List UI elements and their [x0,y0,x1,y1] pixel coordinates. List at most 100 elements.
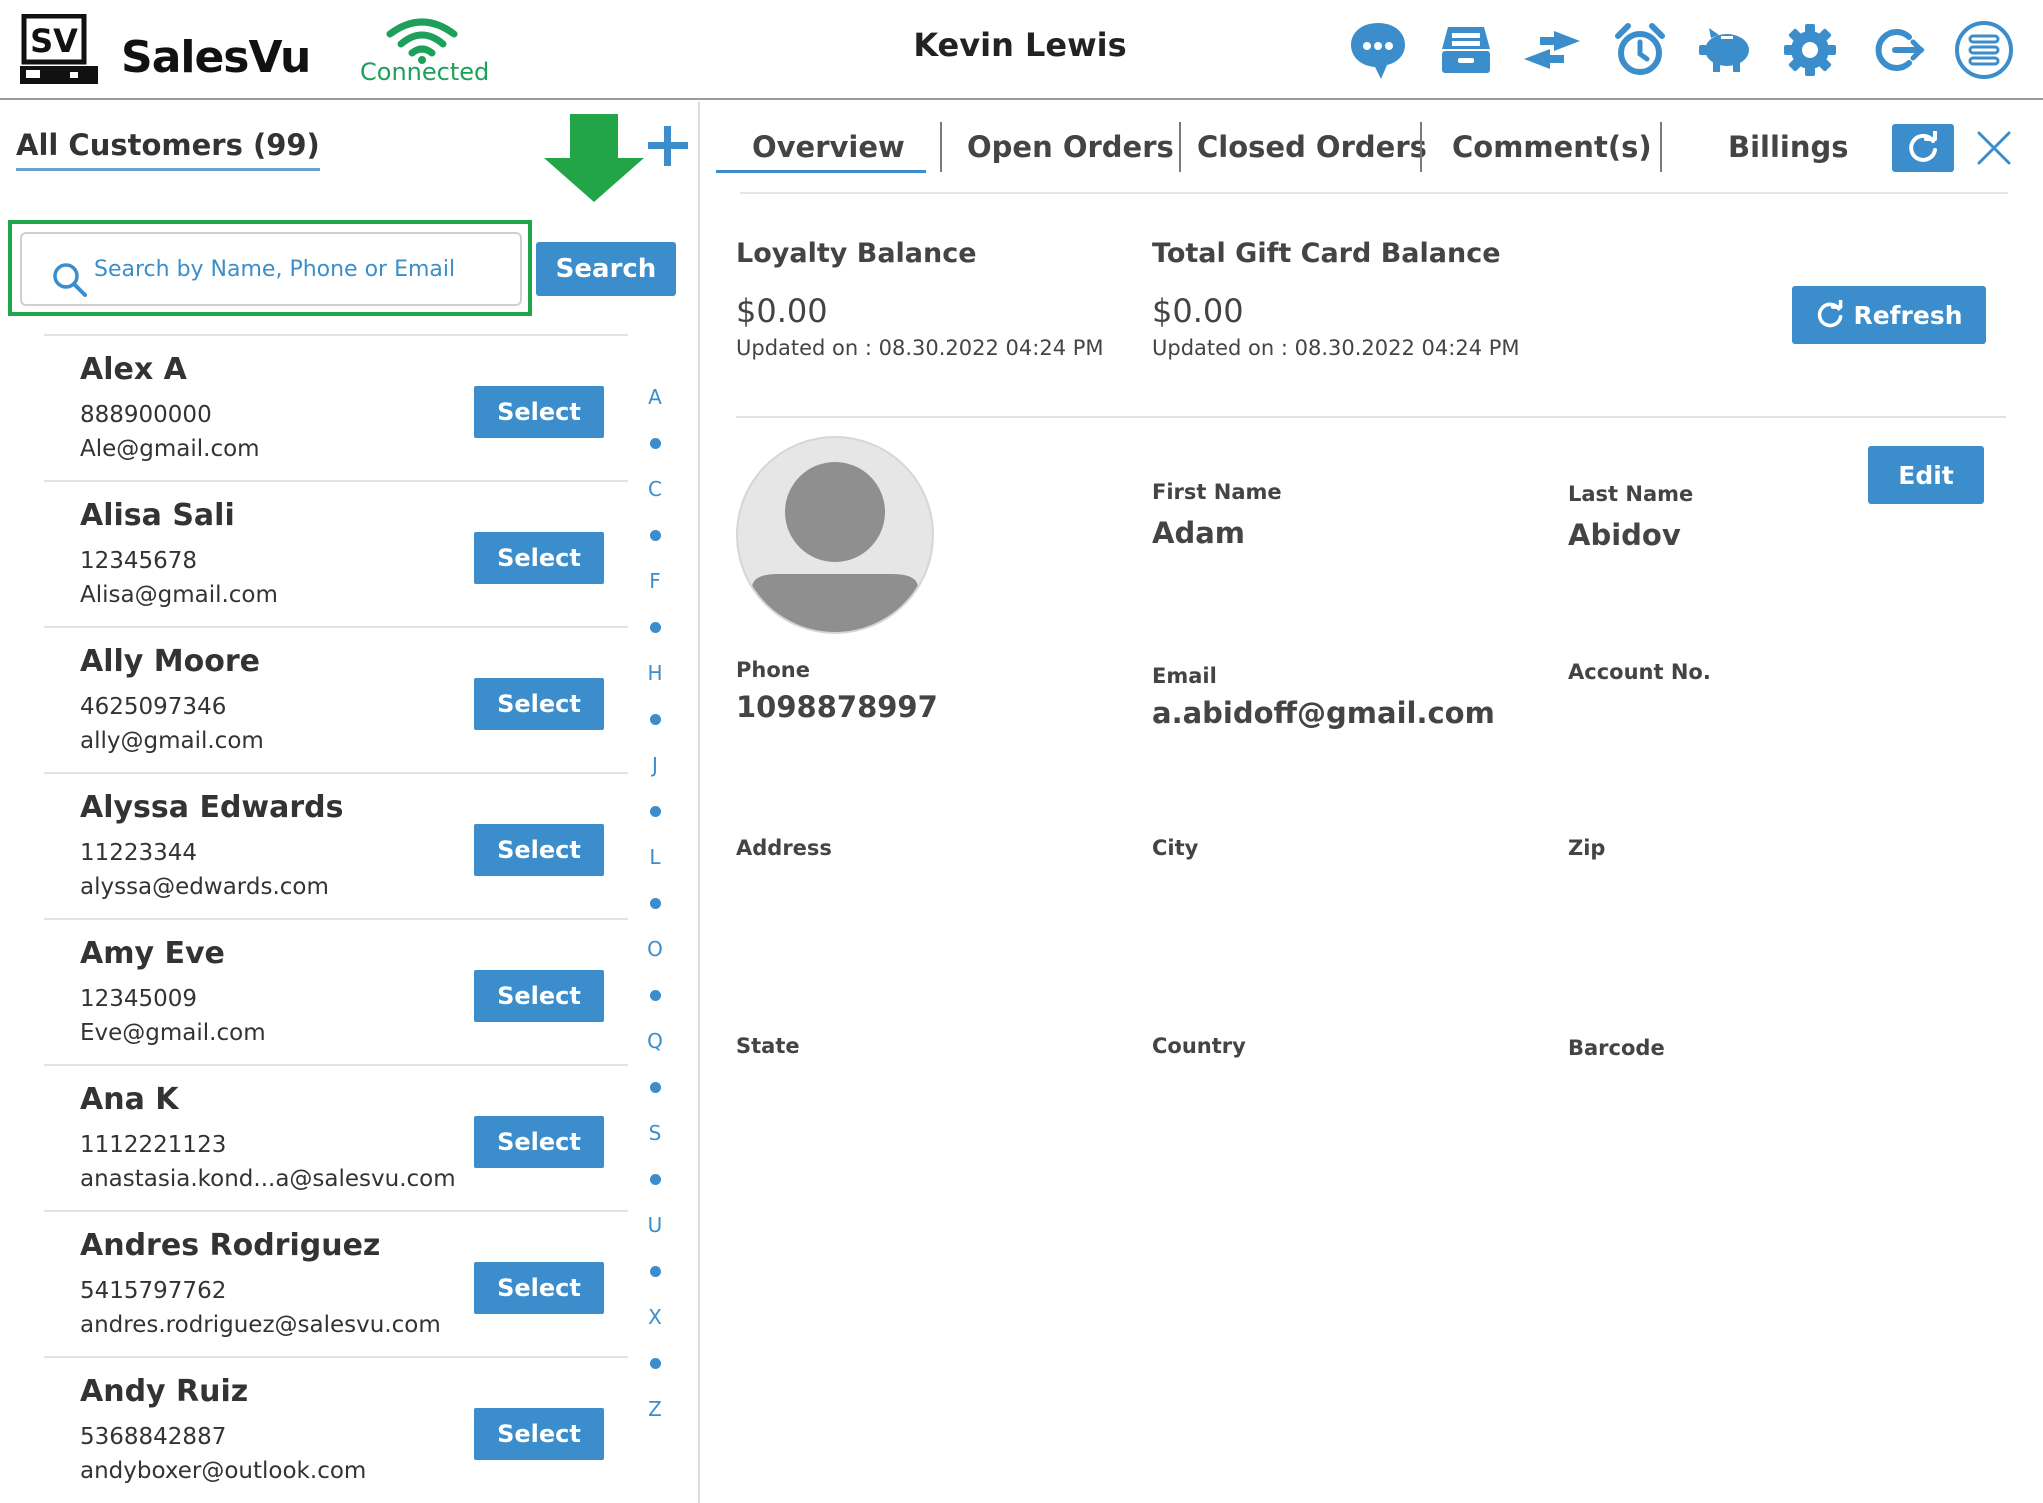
select-customer-button[interactable]: Select [474,824,604,876]
loyalty-balance-label: Loyalty Balance [736,238,977,269]
tab-divider [1420,122,1422,172]
last-name-label: Last Name [1568,482,1694,506]
gift-card-balance-label: Total Gift Card Balance [1152,238,1501,269]
select-customer-button[interactable]: Select [474,1262,604,1314]
customer-phone: 5368842887 [80,1424,227,1450]
section-divider [736,416,2006,418]
alpha-index-dot [640,1340,670,1386]
account-no-label: Account No. [1568,660,1711,684]
alpha-index-dot [640,1156,670,1202]
alpha-index-letter[interactable]: L [640,834,670,880]
tab-closed-orders[interactable]: Closed Orders [1197,130,1427,164]
customer-row[interactable]: Ana K 1112221123 anastasia.kond...a@salesv… [44,1064,628,1210]
state-label: State [736,1034,800,1058]
select-customer-button[interactable]: Select [474,1408,604,1460]
customer-row[interactable]: Alex A 888900000 Ale@gmail.com Select [44,334,628,480]
dot-icon [649,621,661,633]
dot-icon [649,897,661,909]
alphabet-index: ACFHJLOQSUXZ [640,374,670,1432]
select-customer-button[interactable]: Select [474,970,604,1022]
alpha-index-letter[interactable]: S [640,1110,670,1156]
transfer-icon[interactable] [1520,18,1584,82]
first-name-value: Adam [1152,516,1245,550]
reload-button[interactable] [1892,124,1954,172]
alpha-index-letter[interactable]: C [640,466,670,512]
avatar [736,436,934,634]
alpha-index-dot [640,972,670,1018]
gear-icon[interactable] [1778,18,1842,82]
dot-icon [649,1081,661,1093]
piggy-bank-icon[interactable] [1694,18,1758,82]
search-button[interactable]: Search [536,242,676,296]
select-customer-button[interactable]: Select [474,532,604,584]
alpha-index-letter[interactable]: A [640,374,670,420]
alpha-index-dot [640,604,670,650]
tab-overview[interactable]: Overview [752,130,905,164]
brand-name: SalesVu [121,32,311,83]
tab-open-orders[interactable]: Open Orders [967,130,1174,164]
search-highlight [8,220,532,316]
alpha-index-letter[interactable]: H [640,650,670,696]
alpha-index-dot [640,696,670,742]
select-customer-button[interactable]: Select [474,1116,604,1168]
loyalty-updated-text: Updated on : 08.30.2022 04:24 PM [736,336,1104,360]
logout-icon[interactable] [1866,18,1930,82]
alpha-index-letter[interactable]: F [640,558,670,604]
customers-title[interactable]: All Customers (99) [16,128,320,171]
alpha-index-letter[interactable]: X [640,1294,670,1340]
cash-drawer-icon[interactable] [1434,18,1498,82]
customer-email: Ale@gmail.com [80,436,260,462]
chat-icon[interactable] [1346,18,1410,82]
tab-comments[interactable]: Comment(s) [1452,130,1652,164]
first-name-label: First Name [1152,480,1282,504]
barcode-label: Barcode [1568,1036,1665,1060]
search-icon [52,262,88,302]
alpha-index-letter[interactable]: Q [640,1018,670,1064]
tab-divider [940,122,942,172]
alpha-index-dot [640,880,670,926]
alarm-clock-icon[interactable] [1608,18,1672,82]
customer-phone: 12345678 [80,548,198,574]
select-customer-button[interactable]: Select [474,386,604,438]
alpha-index-dot [640,1248,670,1294]
dot-icon [649,1173,661,1185]
search-input[interactable] [94,234,514,304]
address-label: Address [736,836,832,860]
email-value: a.abidoff@gmail.com [1152,696,1495,730]
alpha-index-dot [640,420,670,466]
customer-phone: 12345009 [80,986,198,1012]
customer-phone: 4625097346 [80,694,227,720]
customer-email: Alisa@gmail.com [80,582,278,608]
alpha-index-letter[interactable]: Z [640,1386,670,1432]
active-tab-indicator [716,170,926,173]
menu-list-icon[interactable] [1952,18,2016,82]
customer-name: Alyssa Edwards [80,790,344,825]
edit-button[interactable]: Edit [1868,446,1984,504]
country-label: Country [1152,1034,1246,1058]
tab-billings[interactable]: Billings [1728,130,1849,164]
plus-icon [648,126,688,166]
alpha-index-dot [640,1064,670,1110]
close-button[interactable] [1974,128,2014,168]
alpha-index-dot [640,788,670,834]
customer-tabs: Overview Open Orders Closed Orders Comme… [716,118,2006,178]
customer-row[interactable]: Andy Ruiz 5368842887 andyboxer@outlook.com… [44,1356,628,1502]
city-label: City [1152,836,1199,860]
alpha-index-letter[interactable]: O [640,926,670,972]
user-placeholder-icon [738,462,932,632]
alpha-index-letter[interactable]: J [640,742,670,788]
customer-row[interactable]: Alyssa Edwards 11223344 alyssa@edwards.com… [44,772,628,918]
email-label: Email [1152,664,1217,688]
customer-row[interactable]: Andres Rodriguez 5415797762 andres.rodrigu… [44,1210,628,1356]
customer-name: Alex A [80,352,187,387]
customer-email: andres.rodriguez@salesvu.com [80,1312,441,1338]
customer-list: Alex A 888900000 Ale@gmail.com Select Alisa … [44,334,628,1502]
add-customer-button[interactable] [644,122,692,170]
customer-list-panel: All Customers (99) Search Alex A 88890000… [0,102,700,1503]
customer-row[interactable]: Amy Eve 12345009 Eve@gmail.com Select [44,918,628,1064]
customer-row[interactable]: Ally Moore 4625097346 ally@gmail.com Select [44,626,628,772]
alpha-index-letter[interactable]: U [640,1202,670,1248]
select-customer-button[interactable]: Select [474,678,604,730]
refresh-button[interactable]: Refresh [1792,286,1986,344]
customer-row[interactable]: Alisa Sali 12345678 Alisa@gmail.com Select [44,480,628,626]
